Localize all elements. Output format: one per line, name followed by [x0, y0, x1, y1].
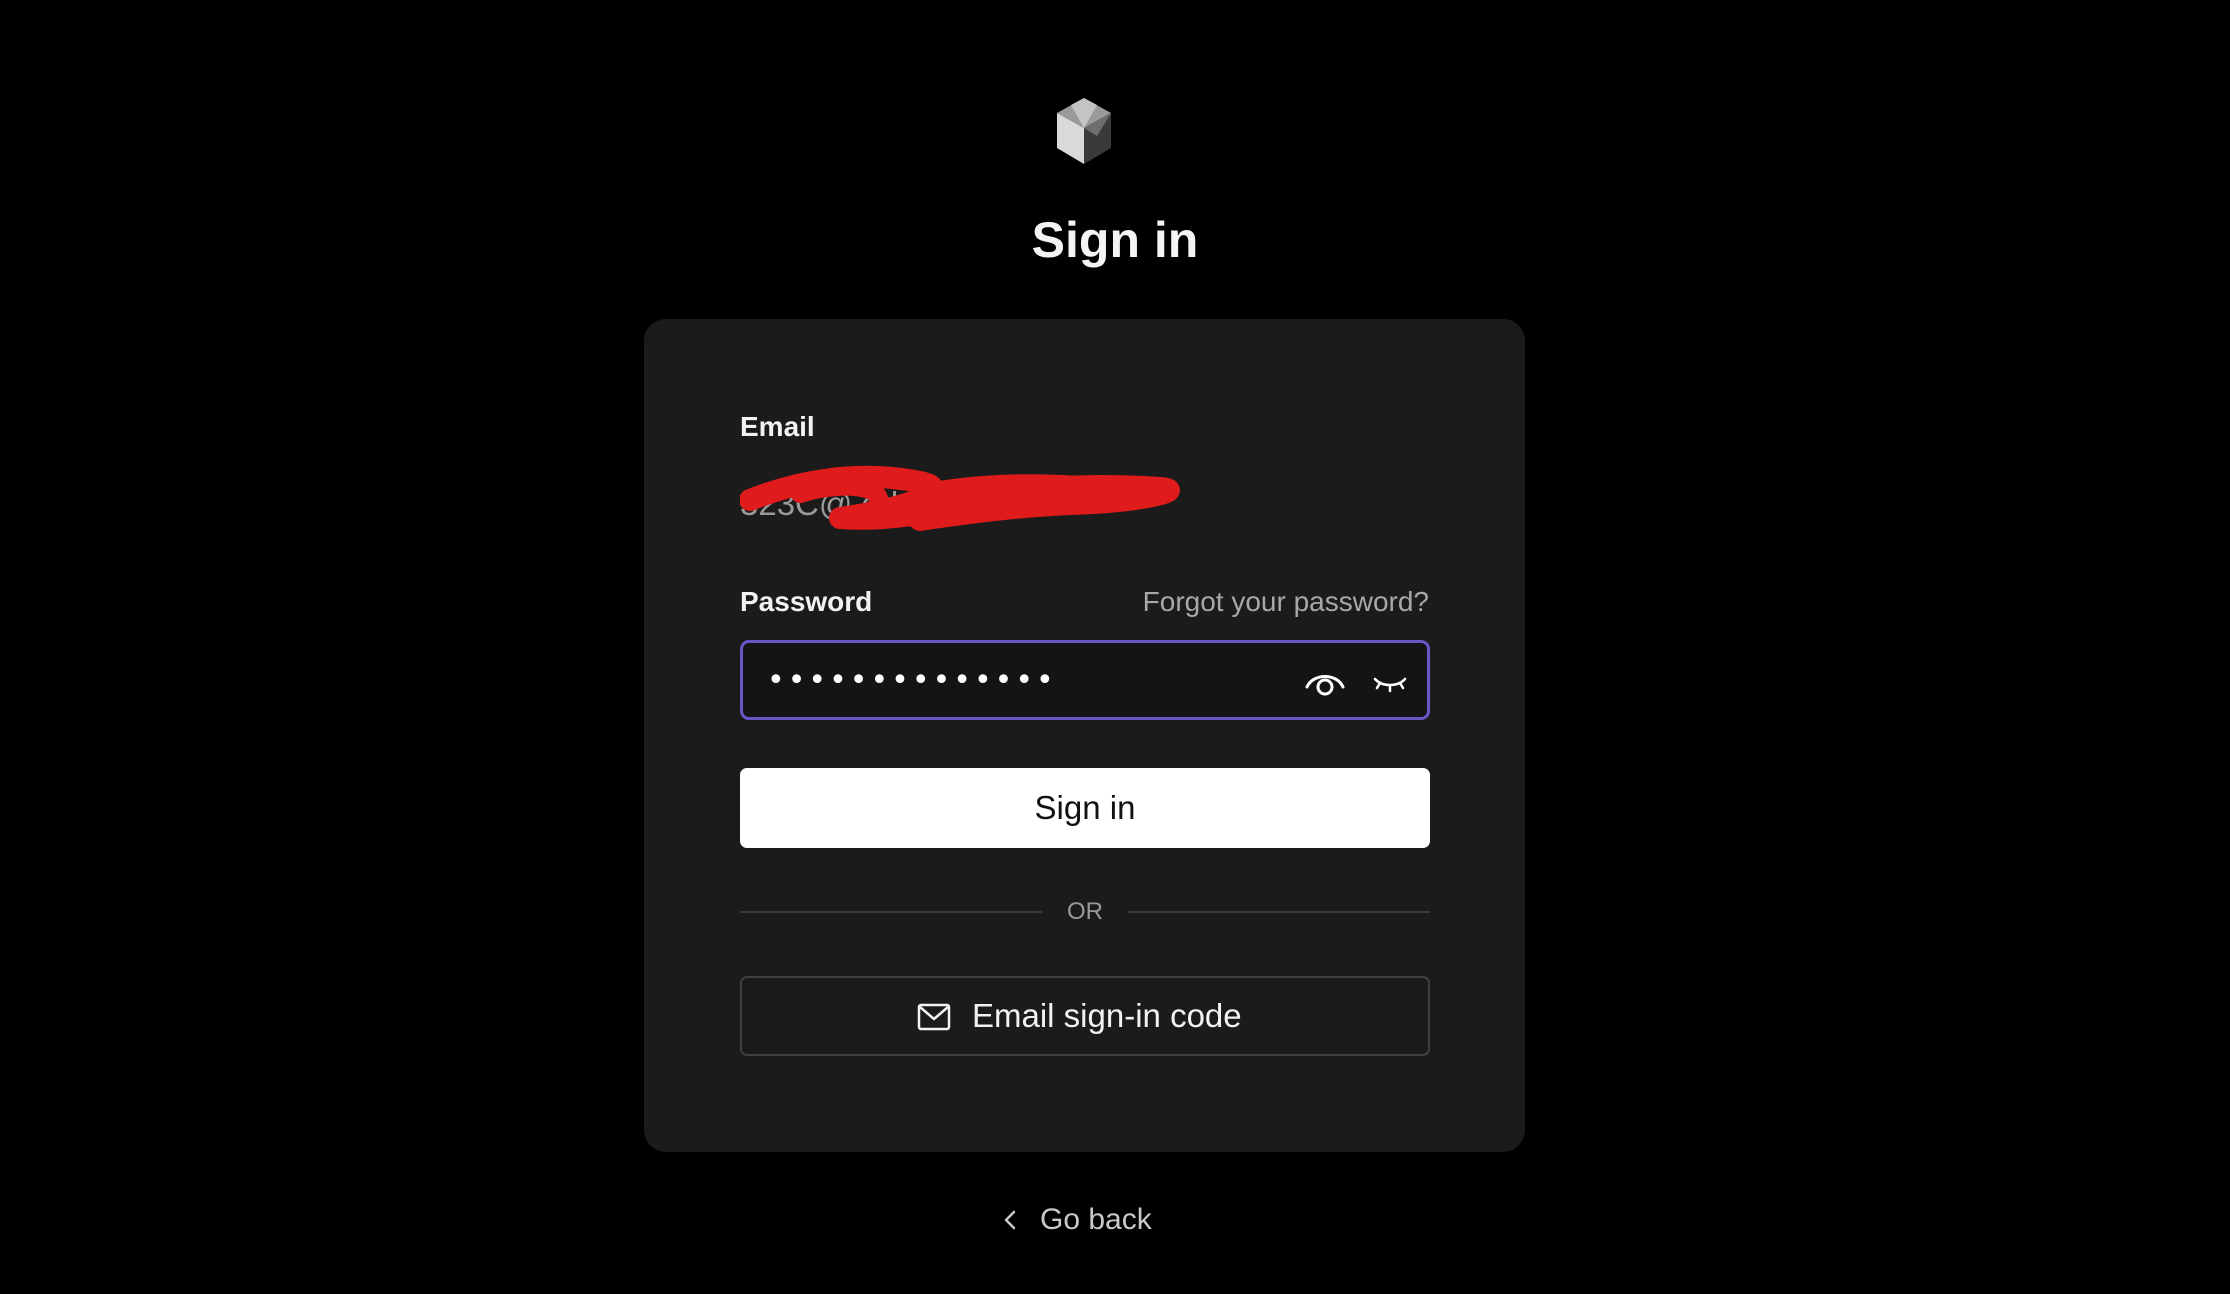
eye-icon[interactable] [1303, 661, 1347, 701]
email-display: 323C@.edu.cn [740, 460, 1220, 540]
email-code-button[interactable]: Email sign-in code [740, 976, 1430, 1056]
email-code-label: Email sign-in code [972, 997, 1242, 1034]
password-label: Password [740, 586, 873, 617]
password-value: •••••••••••••• [767, 663, 1057, 698]
sign-in-button[interactable]: Sign in [740, 768, 1430, 848]
eye-closed-icon[interactable] [1372, 665, 1408, 697]
forgot-password-link[interactable]: Forgot your password? [1143, 584, 1429, 620]
mail-icon [917, 1003, 951, 1031]
email-value: 323C@.edu.cn [740, 485, 961, 522]
password-input[interactable]: •••••••••••••• [740, 640, 1430, 720]
cube-logo-icon [1057, 98, 1111, 164]
page-title: Sign in [1031, 212, 1199, 268]
chevron-left-icon [1004, 1210, 1016, 1230]
go-back-label: Go back [1040, 1203, 1152, 1236]
or-divider: OR [740, 892, 1430, 932]
email-label: Email [740, 411, 815, 442]
divider-line-right [1128, 911, 1430, 913]
